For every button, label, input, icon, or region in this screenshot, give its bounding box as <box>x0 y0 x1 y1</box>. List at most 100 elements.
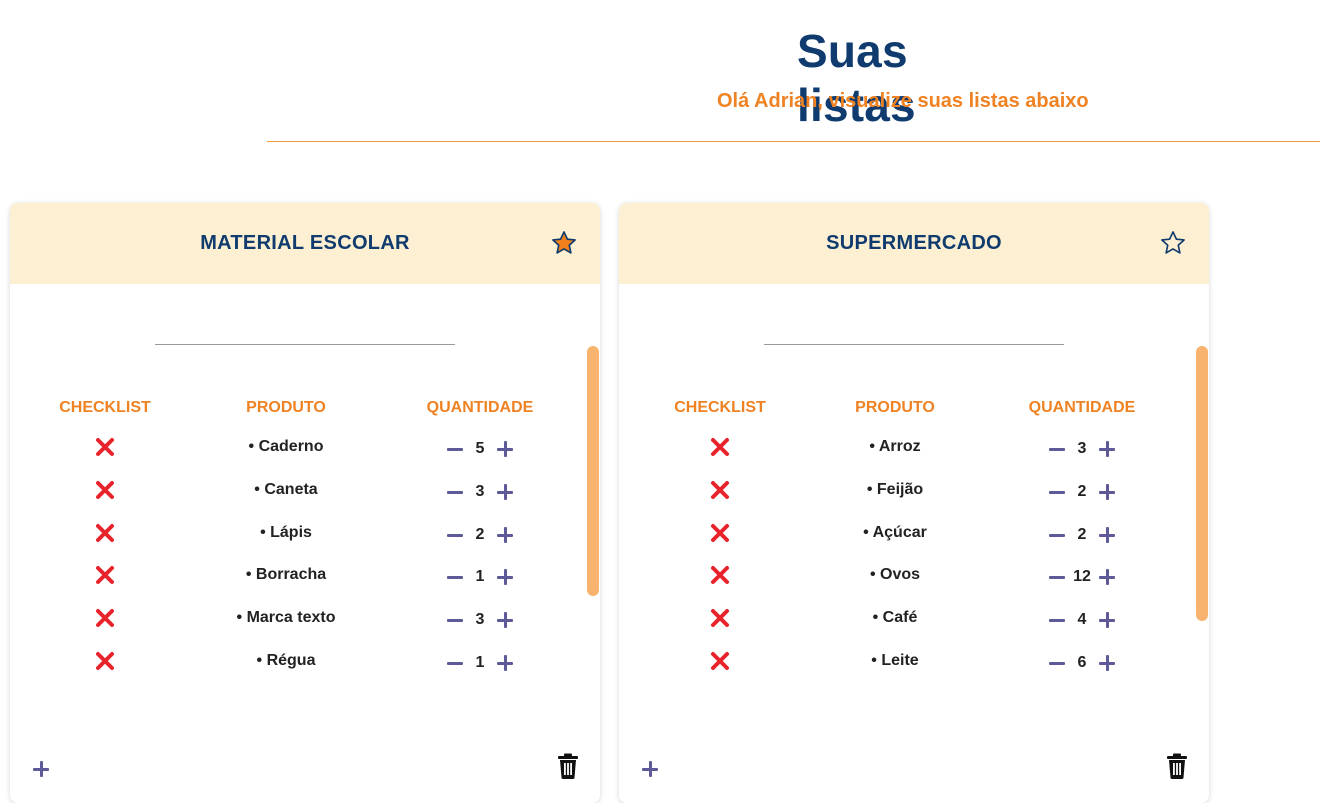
quantity-value: 12 <box>1073 568 1091 586</box>
plus-icon[interactable] <box>1096 566 1118 588</box>
quantity-stepper: 12 <box>1032 564 1132 590</box>
x-icon[interactable] <box>94 479 116 501</box>
product-name: • Arroz <box>869 438 921 455</box>
quantity-value: 1 <box>475 654 485 671</box>
plus-icon[interactable] <box>494 609 516 631</box>
x-icon[interactable] <box>709 436 731 458</box>
list-item: • Caderno 5 <box>10 436 600 462</box>
page-title: Suas listas <box>797 25 916 131</box>
column-header-product: PRODUTO <box>855 399 935 416</box>
x-icon[interactable] <box>709 607 731 629</box>
quantity-value: 2 <box>1077 482 1087 500</box>
list-item: • Arroz 3 <box>619 436 1209 462</box>
x-icon[interactable] <box>94 436 116 458</box>
minus-icon[interactable] <box>444 481 466 503</box>
quantity-value: 6 <box>1077 654 1087 671</box>
plus-icon[interactable] <box>1096 609 1118 631</box>
quantity-value: 1 <box>475 568 485 586</box>
x-icon[interactable] <box>709 564 731 586</box>
product-name: • Lápis <box>260 523 312 541</box>
list-item: • Lápis 2 <box>10 522 600 548</box>
minus-icon[interactable] <box>1046 438 1068 460</box>
quantity-value: 5 <box>475 440 485 457</box>
x-icon[interactable] <box>94 650 116 672</box>
x-icon[interactable] <box>709 650 731 672</box>
quantity-value: 2 <box>475 525 485 543</box>
product-name: • Régua <box>256 652 316 669</box>
product-name: • Açúcar <box>863 523 927 541</box>
product-name: • Café <box>872 609 918 627</box>
minus-icon[interactable] <box>1046 652 1068 674</box>
plus-icon[interactable] <box>1096 438 1118 460</box>
quantity-value: 3 <box>475 482 485 500</box>
trash-icon[interactable] <box>556 753 580 779</box>
list-item: • Borracha 1 <box>10 564 600 590</box>
product-name: • Caderno <box>248 438 324 455</box>
quantity-stepper: 2 <box>430 522 530 548</box>
list-name-input-line[interactable] <box>155 344 455 345</box>
star-icon[interactable] <box>1159 229 1187 257</box>
quantity-stepper: 4 <box>1032 607 1132 633</box>
quantity-stepper: 1 <box>430 564 530 590</box>
plus-icon[interactable] <box>494 566 516 588</box>
minus-icon[interactable] <box>444 609 466 631</box>
plus-icon[interactable] <box>494 481 516 503</box>
add-item-button[interactable] <box>639 758 661 780</box>
quantity-stepper: 3 <box>430 479 530 505</box>
quantity-stepper: 6 <box>1032 650 1132 676</box>
list-item: • Caneta 3 <box>10 479 600 505</box>
quantity-stepper: 1 <box>430 650 530 676</box>
list-card-header: MATERIAL ESCOLAR <box>10 203 600 284</box>
product-name: • Caneta <box>254 480 318 498</box>
product-name: • Marca texto <box>236 609 336 627</box>
plus-icon[interactable] <box>1096 652 1118 674</box>
add-item-button[interactable] <box>30 758 52 780</box>
plus-icon[interactable] <box>494 524 516 546</box>
minus-icon[interactable] <box>1046 481 1068 503</box>
minus-icon[interactable] <box>1046 524 1068 546</box>
quantity-value: 3 <box>1077 440 1087 457</box>
star-icon[interactable] <box>550 229 578 257</box>
column-header-quantity: QUANTIDADE <box>426 399 534 416</box>
minus-icon[interactable] <box>444 524 466 546</box>
minus-icon[interactable] <box>444 438 466 460</box>
plus-icon[interactable] <box>494 652 516 674</box>
plus-icon[interactable] <box>494 438 516 460</box>
product-name: • Leite <box>871 652 919 669</box>
quantity-stepper: 3 <box>430 607 530 633</box>
list-item: • Ovos 12 <box>619 564 1209 590</box>
list-item: • Açúcar 2 <box>619 522 1209 548</box>
list-item: • Leite 6 <box>619 650 1209 676</box>
column-header-quantity: QUANTIDADE <box>1028 399 1136 416</box>
list-item: • Feijão 2 <box>619 479 1209 505</box>
product-name: • Ovos <box>869 566 921 584</box>
x-icon[interactable] <box>94 607 116 629</box>
list-card: SUPERMERCADO CHECKLIST PRODUTO QUANTIDAD… <box>619 203 1209 803</box>
minus-icon[interactable] <box>1046 566 1068 588</box>
x-icon[interactable] <box>709 479 731 501</box>
quantity-stepper: 3 <box>1032 436 1132 462</box>
quantity-value: 3 <box>475 611 485 629</box>
quantity-value: 2 <box>1077 525 1087 543</box>
list-name-input-line[interactable] <box>764 344 1064 345</box>
x-icon[interactable] <box>94 564 116 586</box>
minus-icon[interactable] <box>444 652 466 674</box>
list-card: MATERIAL ESCOLAR CHECKLIST PRODUTO QUANT… <box>10 203 600 803</box>
quantity-value: 4 <box>1077 611 1087 629</box>
plus-icon[interactable] <box>1096 524 1118 546</box>
header-divider <box>267 141 1320 142</box>
list-item: • Marca texto 3 <box>10 607 600 633</box>
plus-icon[interactable] <box>1096 481 1118 503</box>
list-title: MATERIAL ESCOLAR <box>200 232 410 254</box>
scrollbar[interactable] <box>587 346 599 596</box>
list-item: • Régua 1 <box>10 650 600 676</box>
list-title: SUPERMERCADO <box>826 232 1002 254</box>
list-card-header: SUPERMERCADO <box>619 203 1209 284</box>
product-name: • Feijão <box>866 480 924 498</box>
minus-icon[interactable] <box>1046 609 1068 631</box>
column-header-product: PRODUTO <box>246 399 326 416</box>
x-icon[interactable] <box>94 522 116 544</box>
x-icon[interactable] <box>709 522 731 544</box>
minus-icon[interactable] <box>444 566 466 588</box>
trash-icon[interactable] <box>1165 753 1189 779</box>
